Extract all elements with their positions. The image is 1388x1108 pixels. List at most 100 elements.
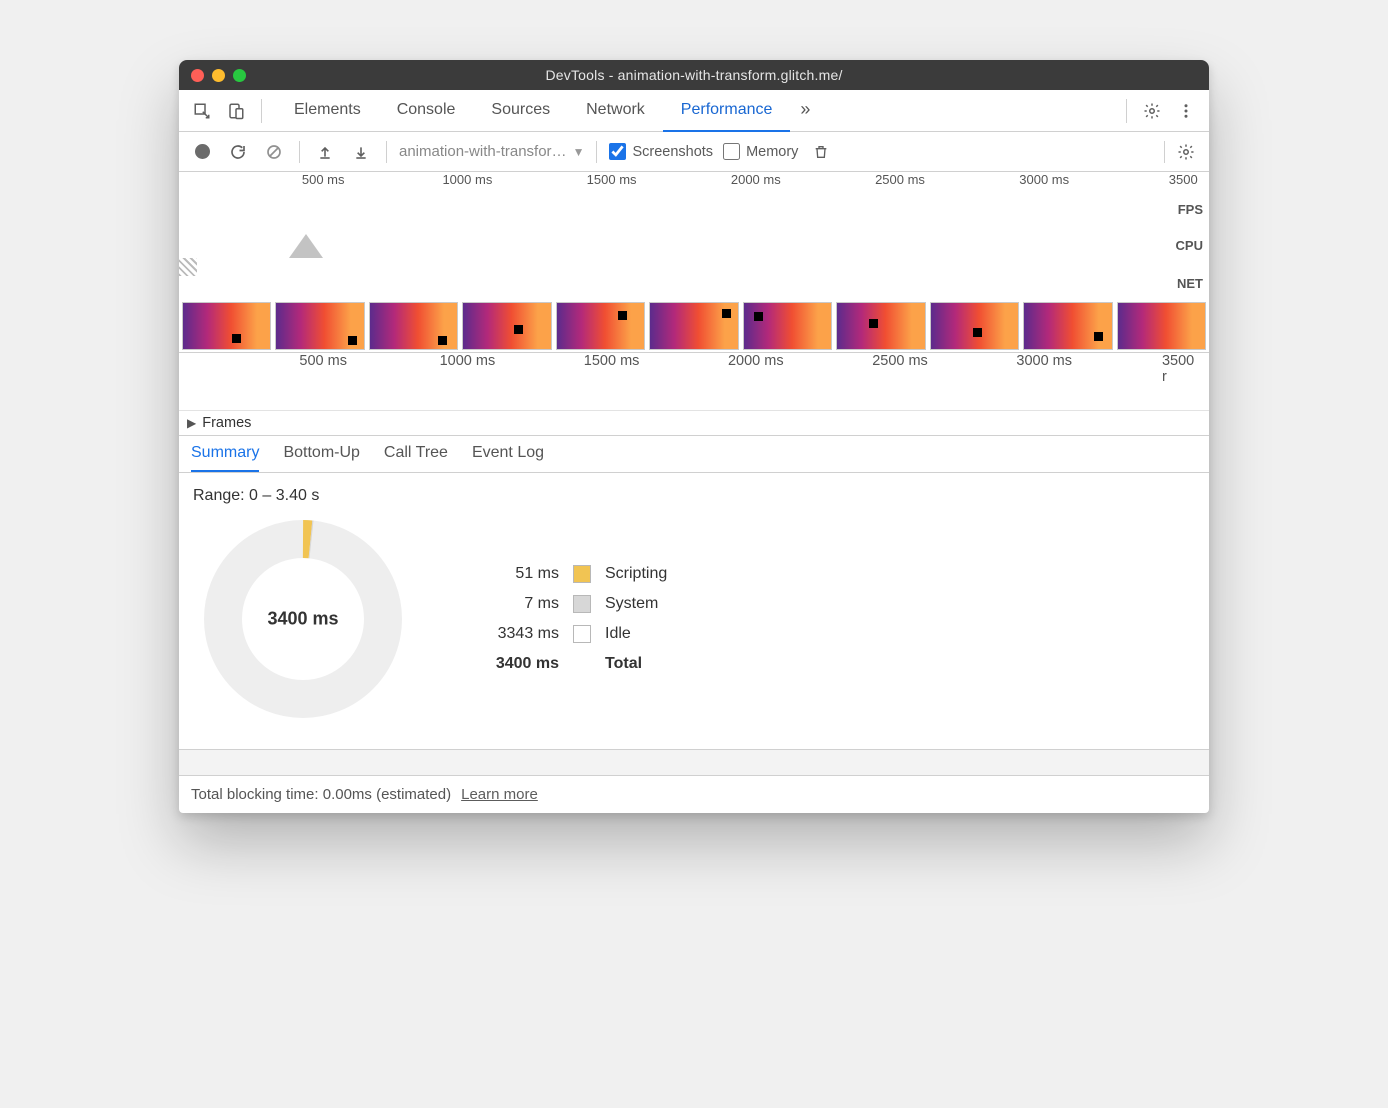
filmstrip-frame[interactable]: [743, 302, 832, 350]
screenshots-label: Screenshots: [632, 144, 713, 160]
devtools-tabbar: Elements Console Sources Network Perform…: [179, 90, 1209, 132]
filmstrip-frame[interactable]: [930, 302, 1019, 350]
tab-performance[interactable]: Performance: [663, 90, 791, 132]
more-menu-icon[interactable]: [1171, 96, 1201, 126]
filmstrip-frame[interactable]: [836, 302, 925, 350]
upload-profile-icon[interactable]: [312, 139, 338, 165]
blocking-time-text: Total blocking time: 0.00ms (estimated): [191, 786, 451, 803]
divider: [1126, 99, 1127, 123]
screenshot-filmstrip: [179, 298, 1209, 352]
reload-record-button[interactable]: [225, 139, 251, 165]
summary-legend: 51 ms Scripting 7 ms System 3343 ms Idle…: [483, 565, 667, 673]
tab-network[interactable]: Network: [568, 90, 663, 132]
cpu-lane-label: CPU: [1176, 238, 1203, 253]
detail-tab-bottomup[interactable]: Bottom-Up: [283, 444, 359, 472]
profile-selector[interactable]: animation-with-transfor… ▼: [399, 143, 584, 160]
net-lane-label: NET: [1177, 276, 1203, 291]
tab-console[interactable]: Console: [379, 90, 474, 132]
legend-ms: 7 ms: [483, 595, 559, 613]
tab-elements[interactable]: Elements: [276, 90, 379, 132]
window-controls: [191, 69, 246, 82]
timeline-tick: 3000 ms: [1016, 353, 1072, 369]
memory-label: Memory: [746, 144, 798, 160]
donut-center-value: 3400 ms: [267, 609, 338, 630]
download-profile-icon[interactable]: [348, 139, 374, 165]
overview-tick: 1000 ms: [442, 172, 492, 187]
device-toggle-icon[interactable]: [221, 96, 251, 126]
memory-checkbox-input[interactable]: [723, 143, 740, 160]
filmstrip-frame[interactable]: [462, 302, 551, 350]
chevron-down-icon: ▼: [573, 145, 585, 159]
summary-panel: Range: 0 – 3.40 s 3400 ms 51 ms Scriptin…: [179, 473, 1209, 749]
overview-tick: 3000 ms: [1019, 172, 1069, 187]
filmstrip-frame[interactable]: [556, 302, 645, 350]
clear-button[interactable]: [261, 139, 287, 165]
frames-track-header[interactable]: ▶ Frames: [179, 411, 1209, 436]
range-label: Range: 0 – 3.40 s: [193, 487, 1195, 505]
timeline-canvas[interactable]: [179, 377, 1209, 411]
learn-more-link[interactable]: Learn more: [461, 786, 538, 803]
footer-bar: Total blocking time: 0.00ms (estimated) …: [179, 775, 1209, 813]
filmstrip-frame[interactable]: [649, 302, 738, 350]
tab-list: Elements Console Sources Network Perform…: [276, 90, 820, 132]
overview-tick: 2500 ms: [875, 172, 925, 187]
detail-tab-eventlog[interactable]: Event Log: [472, 444, 544, 472]
minimize-button[interactable]: [212, 69, 225, 82]
overview-lanes: FPS CPU NET: [179, 190, 1209, 298]
window-title: DevTools - animation-with-transform.glit…: [545, 67, 842, 83]
detail-tabs: Summary Bottom-Up Call Tree Event Log: [179, 436, 1209, 473]
legend-swatch-scripting: [573, 565, 591, 583]
legend-swatch-system: [573, 595, 591, 613]
overview-tick: 2000 ms: [731, 172, 781, 187]
tab-sources[interactable]: Sources: [473, 90, 568, 132]
garbage-collect-icon[interactable]: [808, 139, 834, 165]
overview-panel[interactable]: 500 ms 1000 ms 1500 ms 2000 ms 2500 ms 3…: [179, 172, 1209, 353]
profile-selector-label: animation-with-transfor…: [399, 143, 567, 160]
tab-overflow[interactable]: »: [790, 90, 820, 132]
maximize-button[interactable]: [233, 69, 246, 82]
legend-total-ms: 3400 ms: [483, 655, 559, 673]
filmstrip-frame[interactable]: [275, 302, 364, 350]
record-button[interactable]: [189, 139, 215, 165]
screenshots-checkbox-input[interactable]: [609, 143, 626, 160]
capture-settings-icon[interactable]: [1173, 139, 1199, 165]
inspect-element-icon[interactable]: [187, 96, 217, 126]
legend-total-label: Total: [605, 655, 667, 673]
timeline-tick: 2000 ms: [728, 353, 784, 369]
summary-donut-chart: 3400 ms: [203, 519, 403, 719]
filmstrip-frame[interactable]: [1117, 302, 1206, 350]
divider: [386, 141, 387, 163]
divider: [596, 141, 597, 163]
detail-tab-summary[interactable]: Summary: [191, 444, 259, 472]
overview-tick: 3500: [1169, 172, 1198, 187]
cpu-activity-bump: [289, 234, 323, 258]
timeline-tick: 1000 ms: [440, 353, 496, 369]
close-button[interactable]: [191, 69, 204, 82]
memory-checkbox[interactable]: Memory: [723, 143, 798, 160]
filmstrip-frame[interactable]: [1023, 302, 1112, 350]
timeline-tick: 2500 ms: [872, 353, 928, 369]
legend-label: System: [605, 595, 667, 613]
overview-hatching: [179, 258, 197, 276]
timeline-ruler: 500 ms 1000 ms 1500 ms 2000 ms 2500 ms 3…: [179, 353, 1209, 377]
devtools-window: DevTools - animation-with-transform.glit…: [179, 60, 1209, 813]
filmstrip-frame[interactable]: [182, 302, 271, 350]
timeline-tick: 1500 ms: [584, 353, 640, 369]
overview-tick: 500 ms: [302, 172, 345, 187]
legend-ms: 3343 ms: [483, 625, 559, 643]
legend-label: Scripting: [605, 565, 667, 583]
legend-label: Idle: [605, 625, 667, 643]
settings-icon[interactable]: [1137, 96, 1167, 126]
detail-tab-calltree[interactable]: Call Tree: [384, 444, 448, 472]
titlebar: DevTools - animation-with-transform.glit…: [179, 60, 1209, 90]
frames-label: Frames: [202, 415, 251, 431]
divider: [299, 141, 300, 163]
filmstrip-frame[interactable]: [369, 302, 458, 350]
performance-toolbar: animation-with-transfor… ▼ Screenshots M…: [179, 132, 1209, 172]
screenshots-checkbox[interactable]: Screenshots: [609, 143, 713, 160]
disclosure-triangle-icon: ▶: [187, 416, 196, 430]
timeline-tick: 500 ms: [299, 353, 347, 369]
divider: [1164, 141, 1165, 163]
overview-time-ruler: 500 ms 1000 ms 1500 ms 2000 ms 2500 ms 3…: [179, 172, 1209, 190]
overview-tick: 1500 ms: [587, 172, 637, 187]
